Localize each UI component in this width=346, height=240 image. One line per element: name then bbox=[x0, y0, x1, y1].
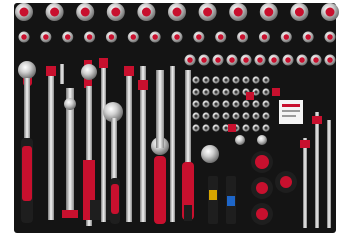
tiny-socket bbox=[212, 112, 220, 120]
medium-socket bbox=[258, 31, 270, 43]
tool-tray-photo bbox=[0, 0, 346, 240]
large-socket bbox=[290, 3, 309, 21]
tiny-socket bbox=[202, 100, 210, 108]
tiny-socket bbox=[192, 100, 200, 108]
tiny-socket bbox=[262, 112, 270, 120]
tiny-socket bbox=[242, 112, 250, 120]
medium-socket bbox=[324, 31, 336, 43]
large-socket bbox=[137, 3, 156, 21]
small-socket bbox=[226, 54, 238, 66]
tiny-socket bbox=[262, 100, 270, 108]
tiny-socket bbox=[232, 88, 240, 96]
tiny-socket bbox=[202, 76, 210, 84]
tiny-socket bbox=[242, 100, 250, 108]
foam-accent bbox=[246, 92, 254, 100]
medium-socket bbox=[127, 31, 139, 43]
parts-card bbox=[279, 100, 303, 124]
medium-socket bbox=[84, 31, 96, 43]
tiny-socket bbox=[202, 88, 210, 96]
large-socket bbox=[15, 3, 33, 21]
tiny-socket bbox=[252, 112, 260, 120]
tiny-socket bbox=[192, 88, 200, 96]
small-socket bbox=[282, 54, 294, 66]
tiny-socket bbox=[212, 124, 220, 132]
small-socket bbox=[184, 54, 196, 66]
medium-socket bbox=[237, 31, 249, 43]
small-socket bbox=[296, 54, 308, 66]
small-socket bbox=[240, 54, 252, 66]
medium-socket bbox=[215, 31, 227, 43]
medium-socket bbox=[62, 31, 74, 43]
medium-socket bbox=[171, 31, 183, 43]
medium-socket bbox=[193, 31, 205, 43]
small-socket bbox=[324, 54, 336, 66]
tiny-socket bbox=[202, 124, 210, 132]
tiny-socket bbox=[242, 76, 250, 84]
small-socket bbox=[198, 54, 210, 66]
medium-socket bbox=[18, 31, 30, 43]
foam-accent bbox=[228, 124, 236, 132]
large-socket bbox=[45, 3, 64, 21]
tiny-socket bbox=[222, 112, 230, 120]
tiny-socket bbox=[222, 100, 230, 108]
tiny-socket bbox=[212, 88, 220, 96]
small-socket bbox=[212, 54, 224, 66]
tiny-socket bbox=[242, 124, 250, 132]
tiny-socket bbox=[212, 76, 220, 84]
tiny-socket bbox=[222, 88, 230, 96]
tiny-socket bbox=[192, 76, 200, 84]
large-socket bbox=[76, 3, 95, 21]
tiny-socket bbox=[262, 88, 270, 96]
tiny-socket bbox=[252, 76, 260, 84]
tiny-socket bbox=[252, 124, 260, 132]
medium-socket bbox=[105, 31, 117, 43]
small-socket bbox=[254, 54, 266, 66]
tiny-socket bbox=[262, 76, 270, 84]
foam-accent bbox=[272, 88, 280, 96]
medium-socket bbox=[302, 31, 314, 43]
small-socket bbox=[268, 54, 280, 66]
tiny-socket bbox=[192, 112, 200, 120]
tiny-socket bbox=[192, 124, 200, 132]
tiny-socket bbox=[252, 100, 260, 108]
large-socket bbox=[321, 3, 339, 21]
medium-socket bbox=[280, 31, 292, 43]
medium-socket bbox=[149, 31, 161, 43]
tiny-socket bbox=[222, 76, 230, 84]
tiny-socket bbox=[202, 112, 210, 120]
tiny-socket bbox=[232, 100, 240, 108]
tiny-socket bbox=[262, 124, 270, 132]
large-socket bbox=[168, 3, 186, 21]
large-socket bbox=[229, 3, 248, 21]
tiny-socket bbox=[232, 76, 240, 84]
large-socket bbox=[198, 3, 217, 21]
tiny-socket bbox=[212, 100, 220, 108]
large-socket bbox=[106, 3, 125, 21]
medium-socket bbox=[40, 31, 52, 43]
tiny-socket bbox=[232, 112, 240, 120]
large-socket bbox=[259, 3, 278, 21]
small-socket bbox=[310, 54, 322, 66]
